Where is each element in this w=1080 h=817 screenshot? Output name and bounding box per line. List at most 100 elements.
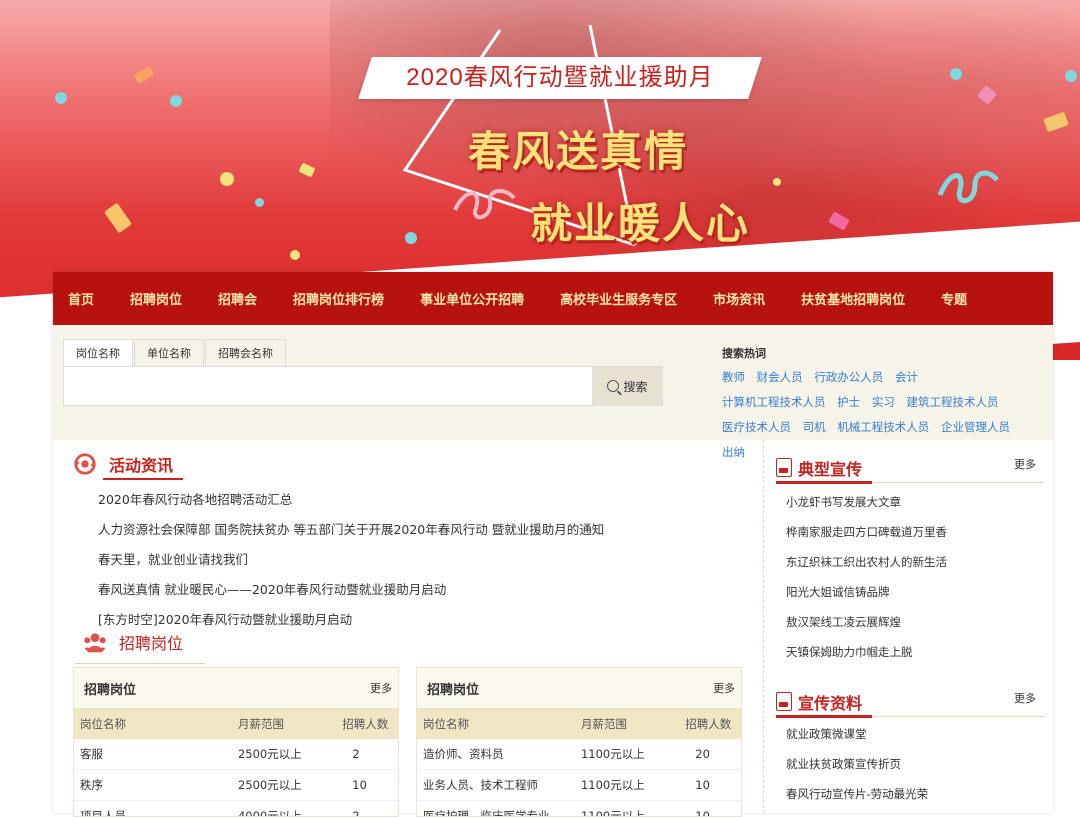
tab-job-fair-name[interactable]: 招聘会名称 [205,339,286,367]
col-header: 招聘人数 [685,717,732,731]
materials-list: 就业政策微课堂 就业扶贫政策宣传折页 春风行动宣传片-劳动最光荣 [776,719,1044,809]
job-table-title: 招聘岗位 [84,682,137,698]
typical-list: 小龙虾书写发展大文章 桦南家服走四方口碑载道万里香 东辽织袜工织出农村人的新生活… [776,487,1044,667]
col-header: 月薪范围 [238,717,284,731]
confetti-dot [290,250,300,260]
materials-section: 宣传资料 更多 就业政策微课堂 就业扶贫政策宣传折页 春风行动宣传片-劳动最光荣 [776,688,1044,809]
cell-job: 造价师、资料员 [423,747,504,761]
hot-word[interactable]: 护士 [837,390,860,415]
nav-special-topics[interactable]: 专题 [941,289,967,308]
hot-word[interactable]: 企业管理人员 [941,415,1010,440]
main-nav: 首页 招聘岗位 招聘会 招聘岗位排行榜 事业单位公开招聘 高校毕业生服务专区 市… [53,272,1053,325]
cell-salary: 2500元以上 [237,778,302,792]
list-item[interactable]: 春天里，就业创业请找我们 [98,545,604,575]
job-table-columns: 岗位名称 月薪范围 招聘人数 [74,709,398,739]
right-column: 典型宣传 更多 小龙虾书写发展大文章 桦南家服走四方口碑载道万里香 东辽织袜工织… [763,440,1054,813]
hot-word[interactable]: 医疗技术人员 [722,415,791,440]
hot-word[interactable]: 建筑工程技术人员 [906,390,998,415]
confetti-square [103,202,133,234]
nav-market-news[interactable]: 市场资讯 [713,289,765,308]
nav-jobs[interactable]: 招聘岗位 [130,289,182,308]
nav-public-institutions[interactable]: 事业单位公开招聘 [420,289,524,308]
table-row[interactable]: 医疗护理、临床医学专业 1100元以上 10 [417,801,741,817]
col-header: 月薪范围 [581,717,627,731]
jobs-title: 招聘岗位 [119,634,184,653]
nav-home[interactable]: 首页 [68,289,94,308]
hot-word[interactable]: 行政办公人员 [814,365,883,390]
people-icon [83,633,107,653]
hot-word[interactable]: 司机 [803,415,826,440]
search-button[interactable]: 搜索 [593,366,663,406]
hot-word[interactable]: 机械工程技术人员 [837,415,929,440]
cell-job: 秩序 [80,778,103,792]
ribbon-swirl-icon [937,170,1000,204]
nav-graduates[interactable]: 高校毕业生服务专区 [560,289,677,308]
list-item[interactable]: 桦南家服走四方口碑载道万里香 [786,517,1044,547]
jobs-header: 招聘岗位 [83,630,183,654]
cell-job: 业务人员、技术工程师 [423,778,538,792]
typical-section: 典型宣传 更多 小龙虾书写发展大文章 桦南家服走四方口碑载道万里香 东辽织袜工织… [776,454,1044,667]
confetti-square [298,162,316,178]
list-item[interactable]: 春风行动宣传片-劳动最光荣 [786,779,1044,809]
hot-search-title: 搜索热词 [722,347,766,360]
table-row[interactable]: 客服 2500元以上 2 [74,739,398,770]
activity-title: 活动资讯 [109,456,174,475]
cell-count: 10 [695,809,710,817]
confetti-dot [170,95,182,107]
cell-salary: 2500元以上 [237,747,302,761]
list-item[interactable]: 人力资源社会保障部 国务院扶贫办 等五部门关于开展2020年春风行动 暨就业援助… [98,515,604,545]
cell-salary: 1100元以上 [580,747,645,761]
table-row[interactable]: 秩序 2500元以上 10 [74,770,398,801]
hot-word[interactable]: 实习 [872,390,895,415]
tab-job-name[interactable]: 岗位名称 [63,339,133,367]
search-input[interactable] [63,366,593,406]
hot-word[interactable]: 计算机工程技术人员 [722,390,826,415]
list-item[interactable]: 2020年春风行动各地招聘活动汇总 [98,485,604,515]
cell-job: 客服 [80,747,103,761]
list-item[interactable]: 阳光大姐诚信铸品牌 [786,577,1044,607]
cell-count: 10 [695,778,710,792]
table-row[interactable]: 造价师、资料员 1100元以上 20 [417,739,741,770]
confetti-dot [55,92,67,104]
cell-salary: 1100元以上 [580,778,645,792]
search-button-label: 搜索 [623,379,648,394]
hot-word[interactable]: 会计 [895,365,918,390]
typical-underline [776,481,872,484]
slogan-line-2: 就业暖人心 [530,199,751,248]
more-link[interactable]: 更多 [1014,690,1036,706]
list-item[interactable]: 东辽织袜工织出农村人的新生活 [786,547,1044,577]
list-item[interactable]: 敖汉架线工凌云展辉煌 [786,607,1044,637]
job-table-header: 招聘岗位 更多 [74,668,398,709]
list-item[interactable]: 小龙虾书写发展大文章 [786,487,1044,517]
confetti-dot [1065,70,1077,82]
confetti-dot [950,68,962,80]
job-table-header: 招聘岗位 更多 [417,668,741,709]
more-link[interactable]: 更多 [713,680,735,696]
typical-header: 典型宣传 更多 [776,454,1044,484]
list-item[interactable]: 就业扶贫政策宣传折页 [786,749,1044,779]
activity-underline [103,478,183,480]
more-link[interactable]: 更多 [370,680,392,696]
hot-word[interactable]: 财会人员 [757,365,803,390]
search-tabs: 岗位名称 单位名称 招聘会名称 [63,339,287,367]
list-item[interactable]: 就业政策微课堂 [786,719,1044,749]
document-icon [776,692,792,711]
cell-count: 20 [695,747,710,761]
main-container: 首页 招聘岗位 招聘会 招聘岗位排行榜 事业单位公开招聘 高校毕业生服务专区 市… [53,272,1054,817]
nav-poverty-bases[interactable]: 扶贫基地招聘岗位 [801,289,905,308]
col-header: 岗位名称 [80,717,126,731]
job-table-2: 招聘岗位 更多 岗位名称 月薪范围 招聘人数 造价师、资料员 1100元以上 2… [416,667,742,817]
nav-job-fairs[interactable]: 招聘会 [218,289,257,308]
list-item[interactable]: 春风送真情 就业暖民心——2020年春风行动暨就业援助月启动 [98,575,604,605]
materials-title: 宣传资料 [798,694,863,713]
table-row[interactable]: 项目人员 4000元以上 2 [74,801,398,816]
more-link[interactable]: 更多 [1014,456,1036,472]
nav-job-ranking[interactable]: 招聘岗位排行榜 [293,289,384,308]
activity-list: 2020年春风行动各地招聘活动汇总 人力资源社会保障部 国务院扶贫办 等五部门关… [98,485,604,635]
hot-word[interactable]: 教师 [722,365,745,390]
list-item[interactable]: 天镇保姆助力巾帼走上脱 [786,637,1044,667]
slogan-line-1: 春风送真情 [468,127,689,176]
activity-header: 活动资讯 [73,452,173,476]
table-row[interactable]: 业务人员、技术工程师 1100元以上 10 [417,770,741,801]
tab-company-name[interactable]: 单位名称 [134,339,204,367]
